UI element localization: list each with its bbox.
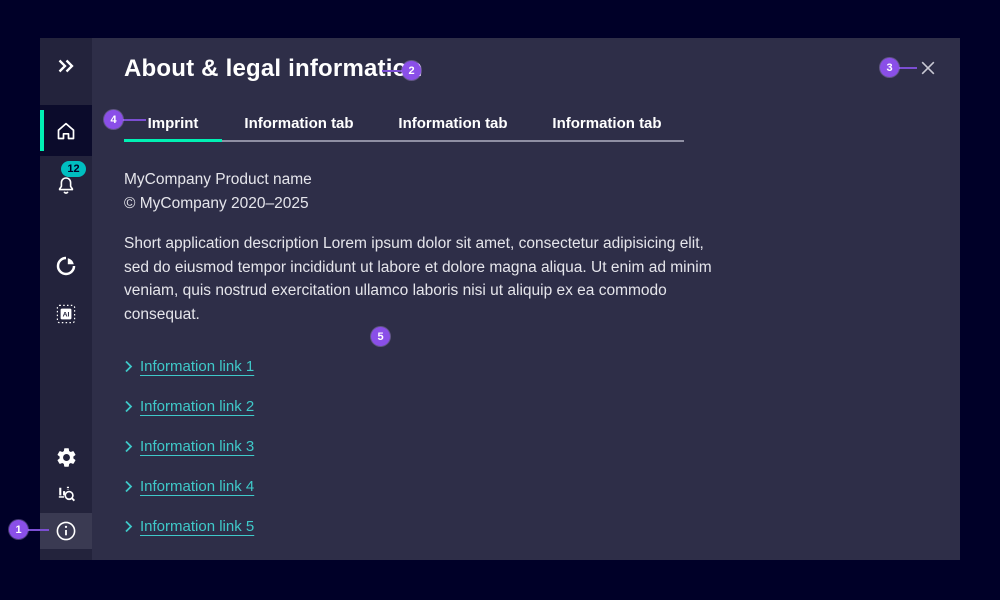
page-title: About & legal information: [124, 55, 423, 82]
app-window: 12 AI About & legal information Imprint …: [40, 38, 960, 560]
annotation-badge-4: 4: [104, 110, 123, 129]
sidebar-item-analytics[interactable]: [40, 474, 92, 512]
tab-imprint[interactable]: Imprint: [124, 106, 222, 140]
copyright-text: © MyCompany 2020–2025: [124, 195, 309, 212]
active-tab-indicator: [124, 139, 222, 142]
sidebar-item-reports[interactable]: [40, 244, 92, 288]
product-meta: MyCompany Product name © MyCompany 2020–…: [124, 168, 312, 216]
info-link-label: Information link 1: [140, 357, 255, 375]
info-link-label: Information link 4: [140, 477, 255, 495]
double-chevron-right-icon: [58, 59, 74, 73]
chevron-right-icon: [124, 400, 133, 413]
info-link-label: Information link 5: [140, 517, 255, 535]
gear-icon: [57, 447, 75, 467]
annotation-badge-3: 3: [880, 58, 899, 77]
chevron-right-icon: [124, 520, 133, 533]
app-description: Short application description Lorem ipsu…: [124, 235, 712, 324]
ai-chip-icon: AI: [56, 304, 76, 324]
info-link-3[interactable]: Information link 3: [124, 436, 254, 456]
chevron-right-icon: [124, 360, 133, 373]
sidebar-item-notifications[interactable]: 12: [40, 161, 92, 207]
notification-count-badge: 12: [61, 161, 86, 177]
chevron-right-icon: [124, 440, 133, 453]
close-icon: [921, 61, 935, 75]
info-link-4[interactable]: Information link 4: [124, 476, 254, 496]
info-link-5[interactable]: Information link 5: [124, 516, 254, 536]
home-icon: [57, 122, 75, 139]
tab-information-1[interactable]: Information tab: [222, 106, 376, 140]
content-panel: About & legal information Imprint Inform…: [92, 38, 960, 560]
info-link-1[interactable]: Information link 1: [124, 356, 254, 376]
sidebar-item-settings[interactable]: [40, 436, 92, 478]
sidebar-item-about[interactable]: [40, 513, 92, 549]
sidebar-item-home[interactable]: [40, 105, 92, 156]
annotation-badge-1: 1: [9, 520, 28, 539]
ai-chip-label: AI: [63, 312, 70, 319]
info-link-label: Information link 3: [140, 437, 255, 455]
sidebar-item-ai[interactable]: AI: [40, 292, 92, 336]
product-name: MyCompany Product name: [124, 171, 312, 188]
information-links: Information link 1 Information link 2 In…: [124, 356, 254, 556]
tab-information-3[interactable]: Information tab: [530, 106, 684, 140]
info-link-2[interactable]: Information link 2: [124, 396, 254, 416]
active-item-indicator: [40, 110, 44, 151]
sidebar-expand-button[interactable]: [40, 42, 92, 90]
pie-chart-icon: [56, 256, 76, 276]
sidebar: 12 AI: [40, 38, 92, 560]
tab-information-2[interactable]: Information tab: [376, 106, 530, 140]
info-icon: [56, 521, 76, 541]
chart-search-icon: [58, 486, 75, 501]
chevron-right-icon: [124, 480, 133, 493]
close-button[interactable]: [917, 57, 939, 79]
info-link-label: Information link 2: [140, 397, 255, 415]
annotation-badge-5: 5: [371, 327, 390, 346]
annotation-badge-2: 2: [402, 61, 421, 80]
